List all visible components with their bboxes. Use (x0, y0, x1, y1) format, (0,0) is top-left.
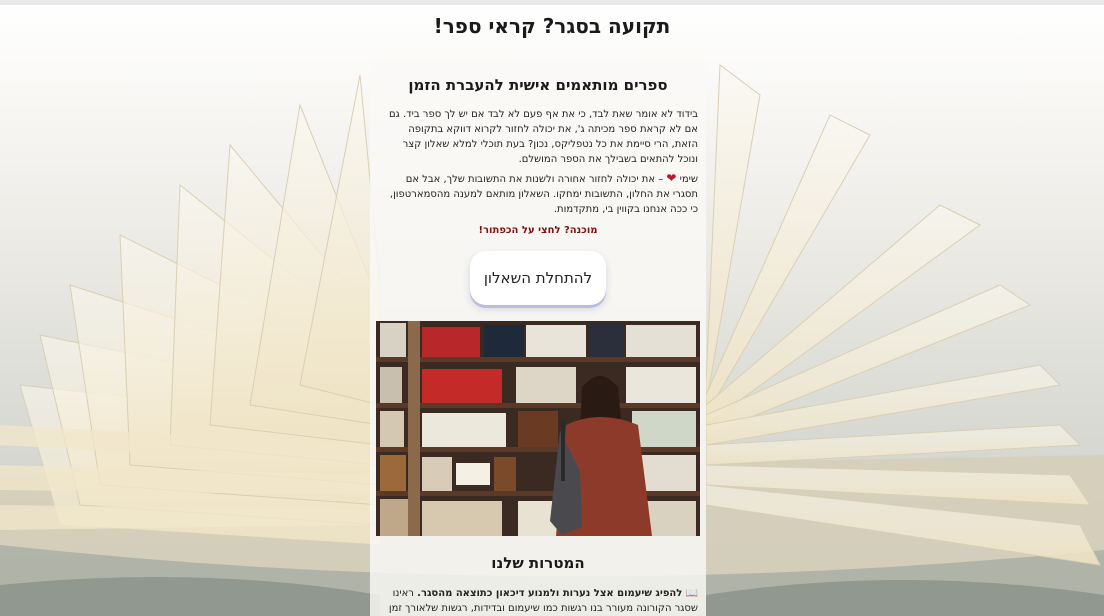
goals-heading: המטרות שלנו (491, 554, 585, 572)
cta-note: מוכנה? לחצי על הכפתור! (478, 225, 598, 236)
note-text: – את יכולה לחזור אחורה ולשנות את התשובות… (389, 174, 698, 215)
page-title: תקועה בסגר? קראי ספר! (433, 14, 671, 38)
open-book-icon: 📖 (685, 588, 698, 599)
heart-icon: ❤ (666, 171, 677, 185)
goals-paragraph: 📖 להפיג שיעמום אצל נערות ולמנוע דיכאון כ… (378, 586, 698, 616)
intro-note-paragraph: שימי ❤ – את יכולה לחזור אחורה ולשנות את … (380, 171, 698, 217)
intro-paragraph: בידוד לא אומר שאת לבד, כי את אף פעם לא ל… (389, 109, 698, 165)
content-panel: ספרים מותאמים אישית להעברת הזמן בידוד לא… (370, 56, 706, 616)
goals-bold-text: להפיג שיעמום אצל נערות ולמנוע דיכאון כתו… (417, 588, 683, 599)
note-prefix: שימי (679, 174, 698, 185)
library-photo (376, 321, 700, 536)
intro-heading: ספרים מותאמים אישית להעברת הזמן (408, 76, 668, 94)
start-questionnaire-button[interactable]: להתחלת השאלון (470, 251, 606, 305)
